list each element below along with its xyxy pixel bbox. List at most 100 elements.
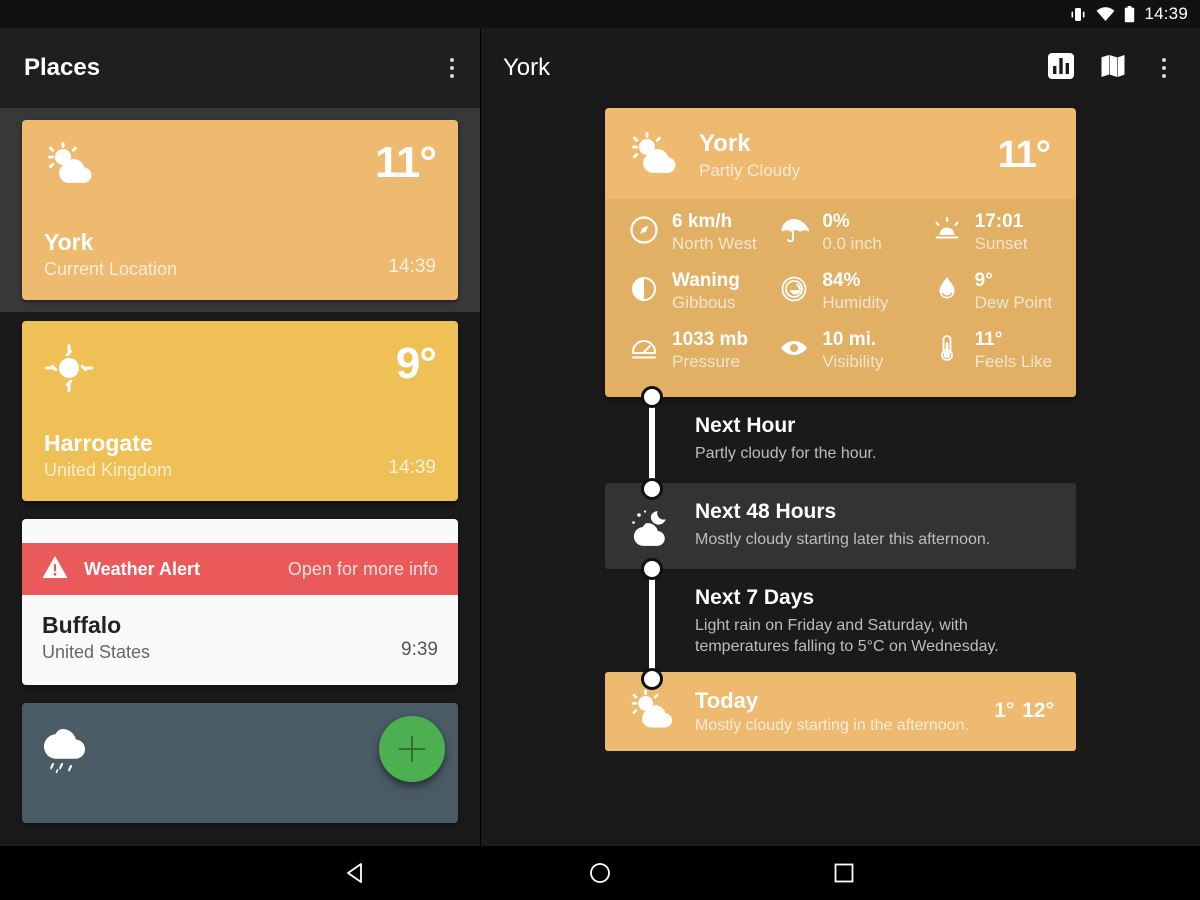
timeline-rail	[605, 385, 695, 500]
current-conditions-card[interactable]: York Partly Cloudy 11° 6 km/h North West…	[605, 108, 1076, 397]
alert-action-label[interactable]: Open for more info	[288, 559, 438, 580]
today-temperature-range: 1° 12°	[994, 699, 1054, 723]
weather-alert-bar[interactable]: Weather Alert Open for more info	[22, 543, 458, 595]
android-nav-bar	[0, 846, 1200, 900]
place-row-buffalo[interactable]: Weather Alert Open for more info Buffalo…	[0, 510, 480, 694]
current-conditions-header: York Partly Cloudy 11°	[605, 108, 1076, 199]
timeline-dot	[641, 477, 663, 500]
hero-place-name: York	[699, 130, 751, 157]
timeline-rail	[605, 557, 695, 690]
place-row-harrogate[interactable]: 9° Harrogate United Kingdom 14:39	[0, 312, 480, 510]
rain-icon	[44, 725, 98, 780]
timeline-description: Partly cloudy for the hour.	[695, 444, 877, 462]
timeline-body: Next 7 Days Light rain on Friday and Sat…	[695, 569, 1075, 672]
timeline-title: Next 7 Days	[695, 585, 815, 609]
metric-wind: 6 km/h North West	[605, 211, 773, 254]
chart-icon[interactable]	[1048, 52, 1074, 84]
timeline-description: Light rain on Friday and Saturday, with …	[695, 616, 999, 656]
metric-value: 6 km/h	[672, 210, 733, 232]
dew-point-icon	[932, 274, 962, 309]
timeline-item-next-48-hours[interactable]: Next 48 Hours Mostly cloudy starting lat…	[605, 482, 1076, 569]
metric-row: Waning Gibbous 84% Humidity 9° Dew Point	[605, 262, 1076, 321]
place-subtitle: United Kingdom	[44, 460, 173, 480]
metric-label: 0.0 inch	[822, 233, 882, 253]
metric-visibility: 10 mi. Visibility	[773, 329, 923, 372]
place-card-alert[interactable]: Weather Alert Open for more info Buffalo…	[22, 519, 458, 685]
alert-title: Weather Alert	[84, 558, 201, 579]
place-name: York	[44, 229, 94, 256]
timeline-description: Mostly cloudy starting later this aftern…	[695, 530, 991, 548]
places-overflow-icon[interactable]	[440, 52, 464, 84]
timeline-connector	[649, 568, 655, 679]
pressure-gauge-icon	[629, 333, 659, 368]
humidity-icon	[779, 274, 809, 309]
metric-value: 84%	[822, 270, 861, 292]
place-row-york[interactable]: 11° York Current Location 14:39	[0, 108, 480, 312]
timeline-title: Next 48 Hours	[695, 499, 837, 523]
wind-compass-icon	[629, 215, 659, 250]
page-title: Places	[24, 54, 101, 81]
metric-value: 1033 mb	[672, 329, 749, 351]
place-temp: 9°	[395, 339, 437, 388]
alert-card-body: Buffalo United States 9:39	[22, 595, 458, 685]
place-time: 9:39	[401, 638, 438, 660]
hero-temperature: 11°	[997, 133, 1051, 176]
place-card[interactable]: 9° Harrogate United Kingdom 14:39	[22, 321, 458, 501]
metric-value: 17:01	[974, 210, 1024, 232]
metric-sunset: 17:01 Sunset	[924, 211, 1076, 254]
map-icon[interactable]	[1100, 53, 1126, 84]
timeline-dot	[641, 385, 663, 408]
partly-cloudy-night-icon	[627, 509, 677, 556]
thermometer-icon	[932, 333, 962, 368]
today-description: Mostly cloudy starting in the afternoon.	[695, 716, 969, 734]
metric-row: 1033 mb Pressure 10 mi. Visibility 11° F…	[605, 321, 1076, 380]
metric-dew-point: 9° Dew Point	[924, 270, 1076, 313]
partly-cloudy-day-icon	[627, 688, 679, 735]
timeline-connector	[649, 396, 655, 489]
place-time: 14:39	[388, 256, 436, 277]
umbrella-icon	[779, 215, 810, 250]
metric-label: Pressure	[672, 352, 741, 372]
metric-label: Dew Point	[974, 292, 1053, 312]
place-subtitle: Current Location	[44, 259, 178, 279]
place-time: 14:39	[388, 457, 436, 478]
visibility-eye-icon	[779, 333, 809, 368]
status-bar-clock: 14:39	[1144, 4, 1188, 23]
plus-icon	[399, 736, 425, 762]
moon-phase-icon	[629, 274, 659, 309]
metric-value: Waning	[672, 270, 740, 292]
add-place-fab[interactable]	[379, 716, 445, 782]
home-icon[interactable]	[573, 846, 627, 900]
timeline-body: Next Hour Partly cloudy for the hour.	[695, 397, 896, 483]
forecast-toolbar: York	[481, 28, 1200, 108]
place-card[interactable]: 11° York Current Location 14:39	[22, 120, 458, 300]
vibrate-icon	[1069, 6, 1087, 23]
metric-value: 9°	[974, 270, 993, 292]
forecast-pane: York York Partly Cloudy 11° 6 km/h North…	[481, 28, 1200, 846]
metric-value: 10 mi.	[822, 329, 877, 351]
metric-label: Visibility	[822, 352, 884, 372]
forecast-content: York Partly Cloudy 11° 6 km/h North West…	[481, 108, 1200, 846]
timeline-item-next-hour[interactable]: Next Hour Partly cloudy for the hour.	[605, 385, 1076, 500]
metric-humidity: 84% Humidity	[773, 270, 923, 313]
back-icon[interactable]	[329, 846, 383, 900]
recents-icon[interactable]	[817, 846, 871, 900]
metric-pressure: 1033 mb Pressure	[605, 329, 773, 372]
timeline-item-next-7-days[interactable]: Next 7 Days Light rain on Friday and Sat…	[605, 557, 1076, 690]
metric-value: 11°	[974, 329, 1003, 351]
today-forecast-card[interactable]: Today Mostly cloudy starting in the afte…	[605, 671, 1076, 751]
timeline-dot	[641, 557, 663, 580]
place-subtitle: United States	[42, 641, 151, 662]
place-name: Harrogate	[44, 430, 153, 457]
metric-label: Sunset	[974, 233, 1028, 253]
metric-value: 0%	[822, 210, 850, 232]
app-screen: 14:39 Places 11° York Current Location 1…	[0, 0, 1200, 900]
timeline-body: Next 48 Hours Mostly cloudy starting lat…	[695, 483, 1010, 569]
wifi-icon	[1096, 6, 1115, 22]
today-high: 12°	[1022, 699, 1054, 723]
forecast-overflow-icon[interactable]	[1152, 52, 1176, 84]
places-pane: Places 11° York Current Location 14:39 9…	[0, 28, 480, 846]
warning-icon	[42, 555, 68, 584]
status-bar: 14:39	[0, 0, 1200, 28]
places-toolbar: Places	[0, 28, 480, 108]
